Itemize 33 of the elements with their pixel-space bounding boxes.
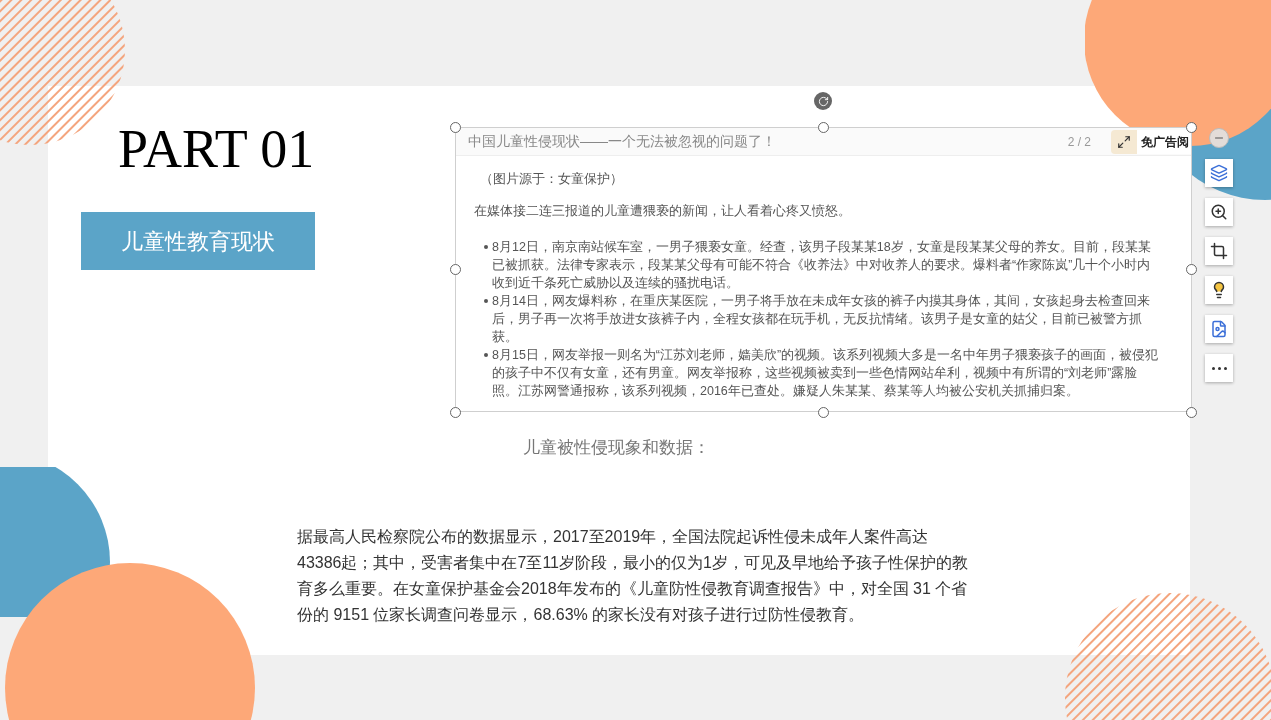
- ad-free-button[interactable]: 免广告阅: [1137, 129, 1191, 154]
- intro-text: 在媒体接二连三报道的儿童遭猥亵的新闻，让人看着心疼又愤怒。: [474, 203, 852, 220]
- page-title: 中国儿童性侵现状——一个无法被忽视的问题了！: [468, 132, 776, 151]
- news-item: 8月14日，网友爆料称，在重庆某医院，一男子将手放在未成年女孩的裤子内摸其身体，其间，女孩起身去检查回来后，男子再一次将手放进女孩裤子内，全程女孩都在玩手机，无反抗情绪。该男子是女童的姑父，目前已被警方抓获。: [492, 293, 1151, 346]
- news-item: 8月12日，南京南站候车室，一男子猥亵女童。经查，该男子段某某18岁，女童是段某某父母的养女。目前，段某某已被抓获。法律专家表示，段某某父母有可能不符合《收养法》中对收养人的要求。爆料者“作家陈岚”几十个小时内收到近千条死亡威胁以及连续的骚扰电话。: [492, 239, 1152, 292]
- statistics-paragraph: 据最高人民检察院公布的数据显示，2017至2019年，全国法院起诉性侵未成年人案件高达43386起；其中，受害者集中在7至11岁阶段，最小的仅为1岁，可见及早地给予孩子性保护的教育多么重要。在女童保护基金会2018年发布的《儿童防性侵教育调查报告》中，对全国 31 个省份的 9151 位家长调查问卷显示，68.63% 的家长没有对孩子进行过防性侵教育。: [297, 527, 969, 625]
- bullet-icon: [484, 299, 488, 303]
- resize-handle[interactable]: [818, 407, 829, 418]
- bullet-icon: [484, 245, 488, 249]
- resize-handle[interactable]: [450, 122, 461, 133]
- resize-handle[interactable]: [450, 264, 461, 275]
- resize-handle[interactable]: [818, 122, 829, 133]
- page-counter: 2 / 2: [1067, 133, 1091, 151]
- layers-icon: [1210, 164, 1228, 182]
- resize-handle[interactable]: [450, 407, 461, 418]
- resize-handle[interactable]: [1186, 264, 1197, 275]
- section-label: 儿童性教育现状: [81, 212, 315, 270]
- image-source-note: （图片源于：女童保护）: [479, 171, 624, 188]
- bullet-icon: [484, 353, 488, 357]
- slide-title: PART 01: [118, 122, 315, 176]
- more-icon: [1211, 366, 1227, 370]
- toolbar-button[interactable]: [1205, 237, 1233, 265]
- resize-handle[interactable]: [1186, 407, 1197, 418]
- crop-icon: [1210, 242, 1228, 260]
- document-icon: [1210, 320, 1228, 338]
- resize-handle[interactable]: [1186, 122, 1197, 133]
- zoom-in-icon: [1210, 203, 1228, 221]
- caption: 儿童被性侵现象和数据：: [523, 437, 710, 459]
- news-item: 8月15日，网友举报一则名为“江苏刘老师，嫱美欣”的视频。该系列视频大多是一名中年男子猥亵孩子的画面，被侵犯的孩子中不仅有女童，还有男童。网友举报称，这些视频被卖到一些色情网站牟利，视频中有所谓的“刘老师”露脸照。江苏网警通报称，该系列视频，2016年已查处。嫌疑人朱某某、蔡某等人均被公安机关抓捕归案。: [492, 347, 1160, 400]
- toolbar-button[interactable]: [1205, 276, 1233, 304]
- expand-icon: [1117, 134, 1131, 149]
- embedded-page[interactable]: [455, 127, 1192, 412]
- toolbar-button[interactable]: [1205, 198, 1233, 226]
